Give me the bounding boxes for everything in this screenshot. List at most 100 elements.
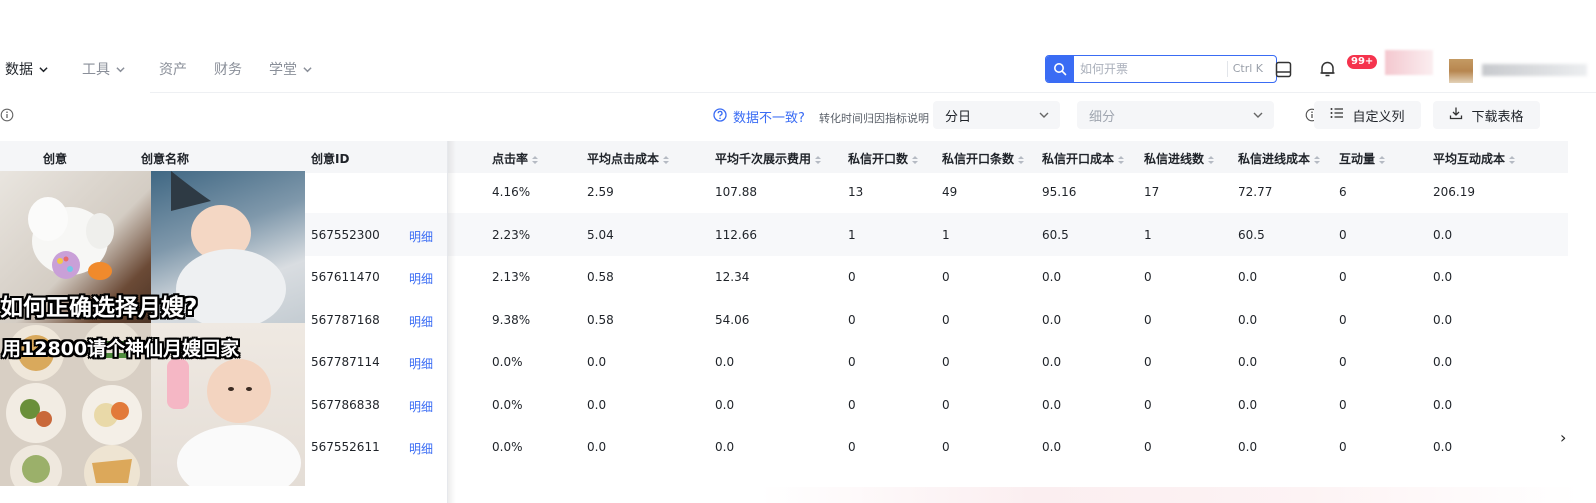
- detail-link[interactable]: 明细: [409, 440, 433, 457]
- col-header-dm-leads[interactable]: 私信进线数: [1144, 150, 1215, 167]
- table-cell-acc: 5.04: [587, 227, 614, 242]
- table-cell-dlc: 72.77: [1238, 185, 1273, 199]
- col-header-cpm[interactable]: 平均千次展示费用: [715, 150, 822, 167]
- table-cell-aic: 0.0: [1433, 440, 1453, 454]
- table-cell-dlc: 0.0: [1238, 355, 1258, 369]
- table-cell-dmm: 0: [942, 355, 950, 369]
- table-cell-cpm: 107.88: [715, 185, 757, 199]
- sort-icon: [1208, 154, 1215, 164]
- sort-icon: [1509, 154, 1516, 164]
- nav-item-academy[interactable]: 学堂: [269, 59, 312, 79]
- sort-icon: [1018, 154, 1025, 164]
- table-cell-dlc: 0.0: [1238, 312, 1258, 327]
- table-cell-id: 567552300: [311, 227, 380, 242]
- download-table-button[interactable]: 下载表格: [1433, 101, 1540, 129]
- table-cell-aic: 0.0: [1433, 227, 1453, 242]
- table-cell-dmo: 0: [848, 312, 856, 327]
- attribution-note[interactable]: 转化时间归因指标说明: [819, 110, 929, 126]
- table-cell-aic: 0.0: [1433, 312, 1453, 327]
- col-header-ctr[interactable]: 点击率: [492, 150, 539, 167]
- detail-link[interactable]: 明细: [409, 313, 433, 330]
- table-cell-dmm: 0: [942, 440, 950, 454]
- nav-item-finance[interactable]: 财务: [214, 59, 242, 79]
- col-header-interactions[interactable]: 互动量: [1339, 150, 1386, 167]
- table-cell-cpm: 12.34: [715, 270, 750, 284]
- table-cell-cpm: 0.0: [715, 397, 735, 412]
- table-cell-dmc: 0.0: [1042, 440, 1062, 454]
- breakdown-select[interactable]: 细分: [1077, 101, 1274, 129]
- chevron-down-icon: [116, 65, 125, 74]
- table-cell-dml: 1: [1144, 227, 1152, 242]
- bell-icon[interactable]: [1316, 58, 1338, 80]
- panel-icon[interactable]: [1272, 58, 1294, 80]
- col-header-avg-interaction-cost[interactable]: 平均互动成本: [1433, 150, 1516, 167]
- table-cell-int: 0: [1339, 397, 1347, 412]
- data-mismatch-link[interactable]: 数据不一致?: [713, 107, 805, 126]
- table-cell-acc: 0.0: [587, 355, 607, 369]
- info-icon[interactable]: [0, 108, 14, 122]
- question-icon: [713, 108, 727, 125]
- table-cell-int: 0: [1339, 270, 1347, 284]
- detail-link[interactable]: 明细: [409, 228, 433, 245]
- detail-link[interactable]: 明细: [409, 398, 433, 415]
- col-header-creative: 创意: [43, 152, 68, 166]
- download-icon: [1449, 106, 1463, 124]
- edge-glyph: ›: [1560, 428, 1567, 447]
- table-cell-id: 567787114: [311, 355, 380, 369]
- col-header-avg-click-cost[interactable]: 平均点击成本: [587, 150, 670, 167]
- table-cell-id: 567552611: [311, 440, 380, 454]
- table-cell-dml: 0: [1144, 440, 1152, 454]
- table-cell-int: 6: [1339, 185, 1347, 199]
- table-cell-dml: 0: [1144, 397, 1152, 412]
- nav-item-data[interactable]: 数据: [5, 59, 48, 79]
- table-cell-acc: 0.0: [587, 440, 607, 454]
- sort-icon: [1314, 154, 1321, 164]
- col-header-dm-open-msgs[interactable]: 私信开口条数: [942, 150, 1025, 167]
- table-cell-acc: 0.58: [587, 312, 614, 327]
- table-cell-dmo: 0: [848, 397, 856, 412]
- col-header-dm-lead-cost[interactable]: 私信进线成本: [1238, 150, 1321, 167]
- chevron-down-icon: [1039, 110, 1049, 119]
- table-cell-dml: 0: [1144, 270, 1152, 284]
- nav-item-tools[interactable]: 工具: [82, 59, 125, 79]
- table-cell-dmm: 49: [942, 185, 958, 199]
- table-cell-dmc: 95.16: [1042, 185, 1077, 199]
- blurred-region: [1385, 50, 1433, 75]
- custom-columns-button[interactable]: 自定义列: [1314, 101, 1421, 129]
- table-cell-dmc: 0.0: [1042, 397, 1062, 412]
- sort-icon: [815, 154, 822, 164]
- table-cell-aic: 0.0: [1433, 355, 1453, 369]
- table-cell-id: 567786838: [311, 397, 380, 412]
- col-header-dm-open-cost[interactable]: 私信开口成本: [1042, 150, 1125, 167]
- table-cell-dlc: 0.0: [1238, 270, 1258, 284]
- granularity-select[interactable]: 分日: [933, 101, 1060, 129]
- avatar[interactable]: [1449, 59, 1473, 83]
- sort-icon: [1118, 154, 1125, 164]
- table-cell-dlc: 60.5: [1238, 227, 1265, 242]
- blurred-region: [760, 487, 1580, 503]
- detail-link[interactable]: 明细: [409, 355, 433, 372]
- table-cell-dml: 0: [1144, 355, 1152, 369]
- sort-icon: [532, 154, 539, 164]
- search-input[interactable]: [1080, 60, 1220, 78]
- table-cell-int: 0: [1339, 312, 1347, 327]
- notification-badge: 99+: [1347, 55, 1378, 69]
- search-icon[interactable]: [1046, 56, 1074, 82]
- col-header-dm-open[interactable]: 私信开口数: [848, 150, 919, 167]
- table-cell-dmo: 0: [848, 355, 856, 369]
- table-cell-dmc: 0.0: [1042, 270, 1062, 284]
- table-cell-aic: 0.0: [1433, 397, 1453, 412]
- table-cell-int: 0: [1339, 227, 1347, 242]
- creative-thumbnail[interactable]: 如何正确选择月嫂? 用12800请个神仙月嫂回家: [0, 171, 305, 486]
- table-cell-dmo: 0: [848, 440, 856, 454]
- table-cell-dmo: 0: [848, 270, 856, 284]
- global-search: Ctrl K: [1045, 55, 1277, 83]
- table-cell-int: 0: [1339, 355, 1347, 369]
- table-cell-cpm: 0.0: [715, 355, 735, 369]
- blurred-username: [1482, 64, 1587, 76]
- table-cell-cpm: 0.0: [715, 440, 735, 454]
- detail-link[interactable]: 明细: [409, 270, 433, 287]
- chevron-down-icon: [39, 65, 48, 74]
- table-cell-acc: 0.0: [587, 397, 607, 412]
- nav-item-assets[interactable]: 资产: [159, 59, 187, 79]
